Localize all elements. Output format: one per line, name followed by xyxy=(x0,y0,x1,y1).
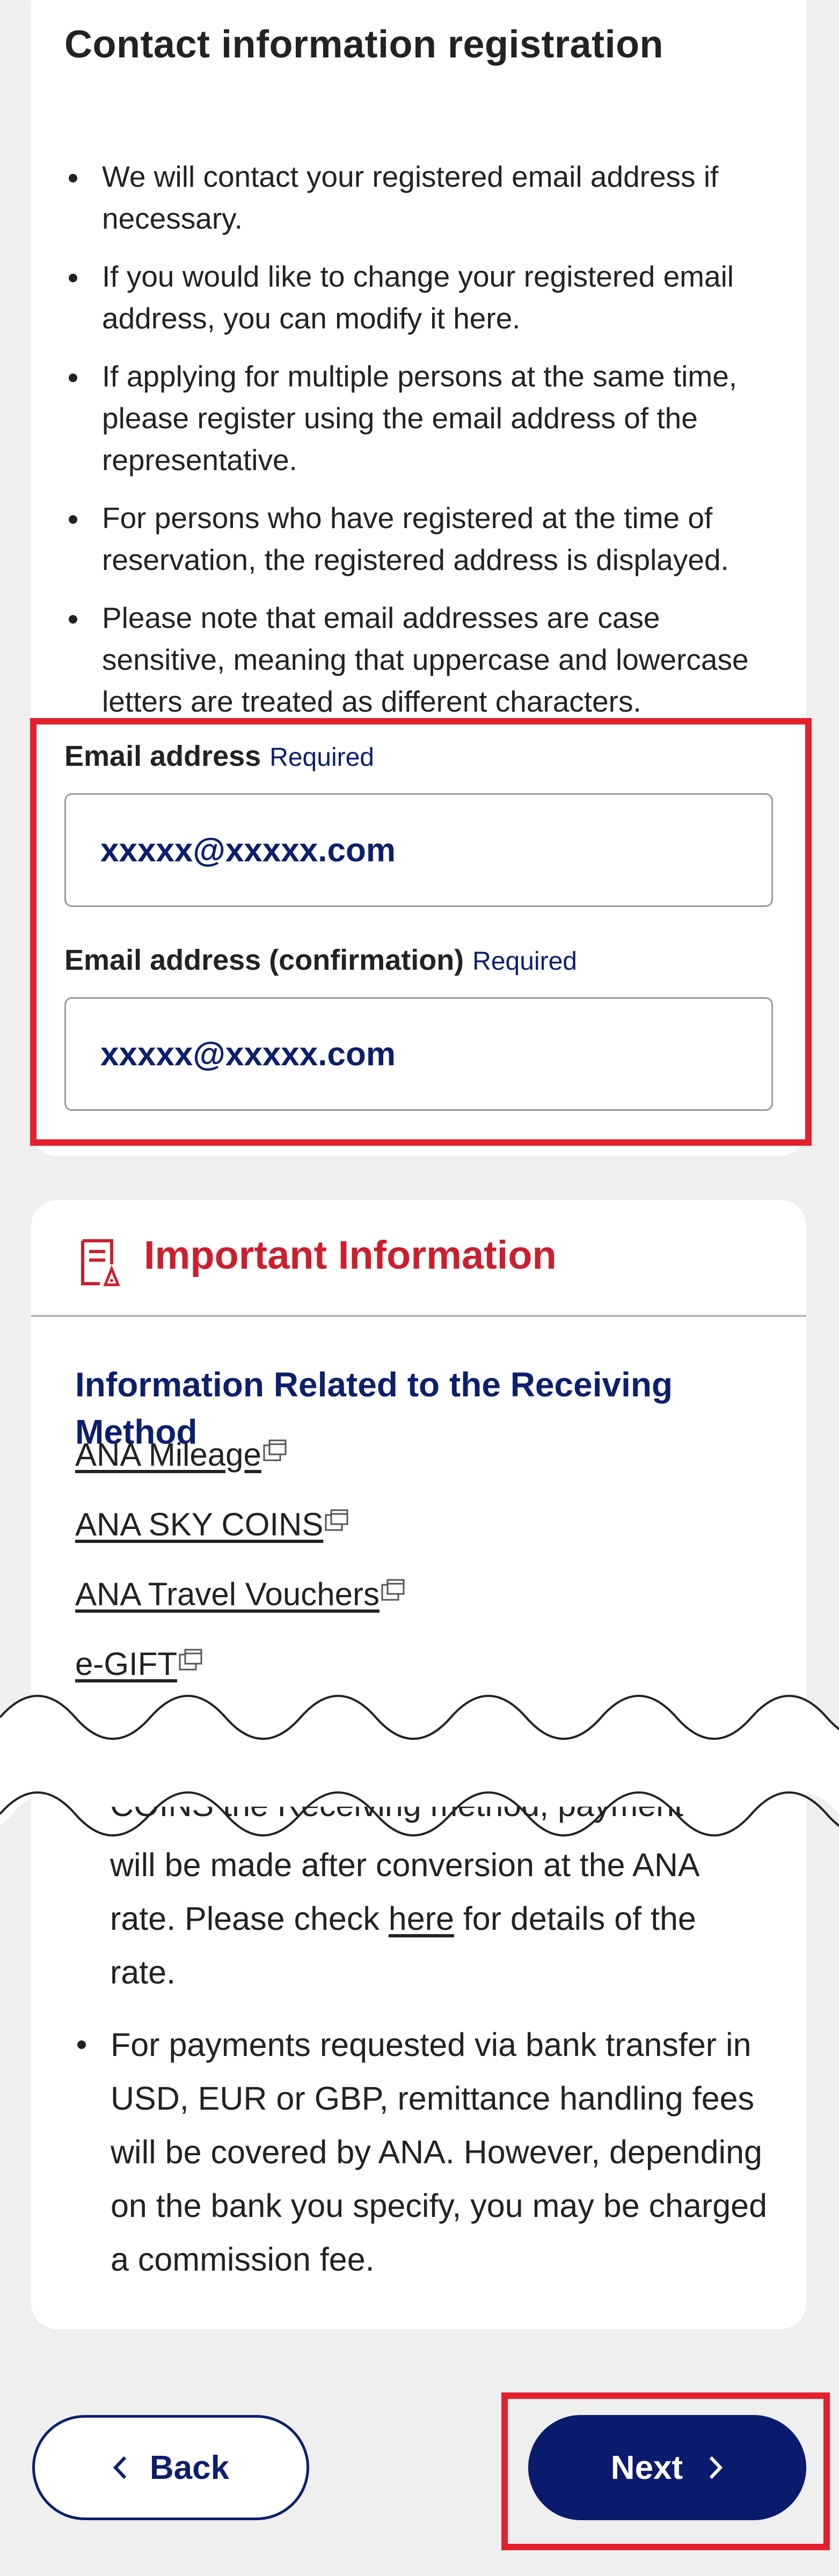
email-confirm-field[interactable]: xxxxx@xxxxx.com xyxy=(64,997,773,1111)
document-info-icon xyxy=(81,1239,120,1286)
contact-note: If applying for multiple persons at the … xyxy=(64,355,778,481)
link-ana-mileage[interactable]: ANA Mileage xyxy=(75,1436,287,1473)
chevron-left-icon xyxy=(113,2456,127,2479)
bank-transfer-note: For payments requested via bank transfer… xyxy=(75,2018,773,2286)
required-badge: Required xyxy=(472,947,577,976)
rate-details-link[interactable]: here xyxy=(389,1900,454,1937)
rate-conversion-note: will be made after conversion at the ANA… xyxy=(110,1847,698,1990)
chevron-right-icon xyxy=(710,2456,723,2479)
contact-section-title: Contact information registration xyxy=(64,23,664,66)
external-link-icon xyxy=(381,1579,405,1601)
required-badge: Required xyxy=(269,743,374,772)
contact-note: Please note that email addresses are cas… xyxy=(64,597,778,722)
contact-note: For persons who have registered at the t… xyxy=(64,497,778,581)
contact-note: We will contact your registered email ad… xyxy=(64,156,778,239)
important-info-header: Important Information xyxy=(31,1200,806,1317)
link-ana-travel-vouchers[interactable]: ANA Travel Vouchers xyxy=(75,1576,405,1613)
important-info-title: Important Information xyxy=(144,1233,557,1277)
contact-notes-list: We will contact your registered email ad… xyxy=(64,156,778,738)
external-link-icon xyxy=(263,1439,287,1461)
email-field[interactable]: xxxxx@xxxxx.com xyxy=(64,793,773,907)
next-button[interactable]: Next xyxy=(528,2415,806,2520)
link-ana-sky-coins[interactable]: ANA SKY COINS xyxy=(75,1506,349,1543)
email-confirm-label: Email address (confirmation) Required xyxy=(64,944,577,976)
external-link-icon xyxy=(325,1509,348,1531)
back-button[interactable]: Back xyxy=(32,2415,309,2520)
email-label: Email address Required xyxy=(64,740,374,772)
contact-note: If you would like to change your registe… xyxy=(64,255,778,339)
bank-transfer-note-list: For payments requested via bank transfer… xyxy=(75,2018,773,2286)
